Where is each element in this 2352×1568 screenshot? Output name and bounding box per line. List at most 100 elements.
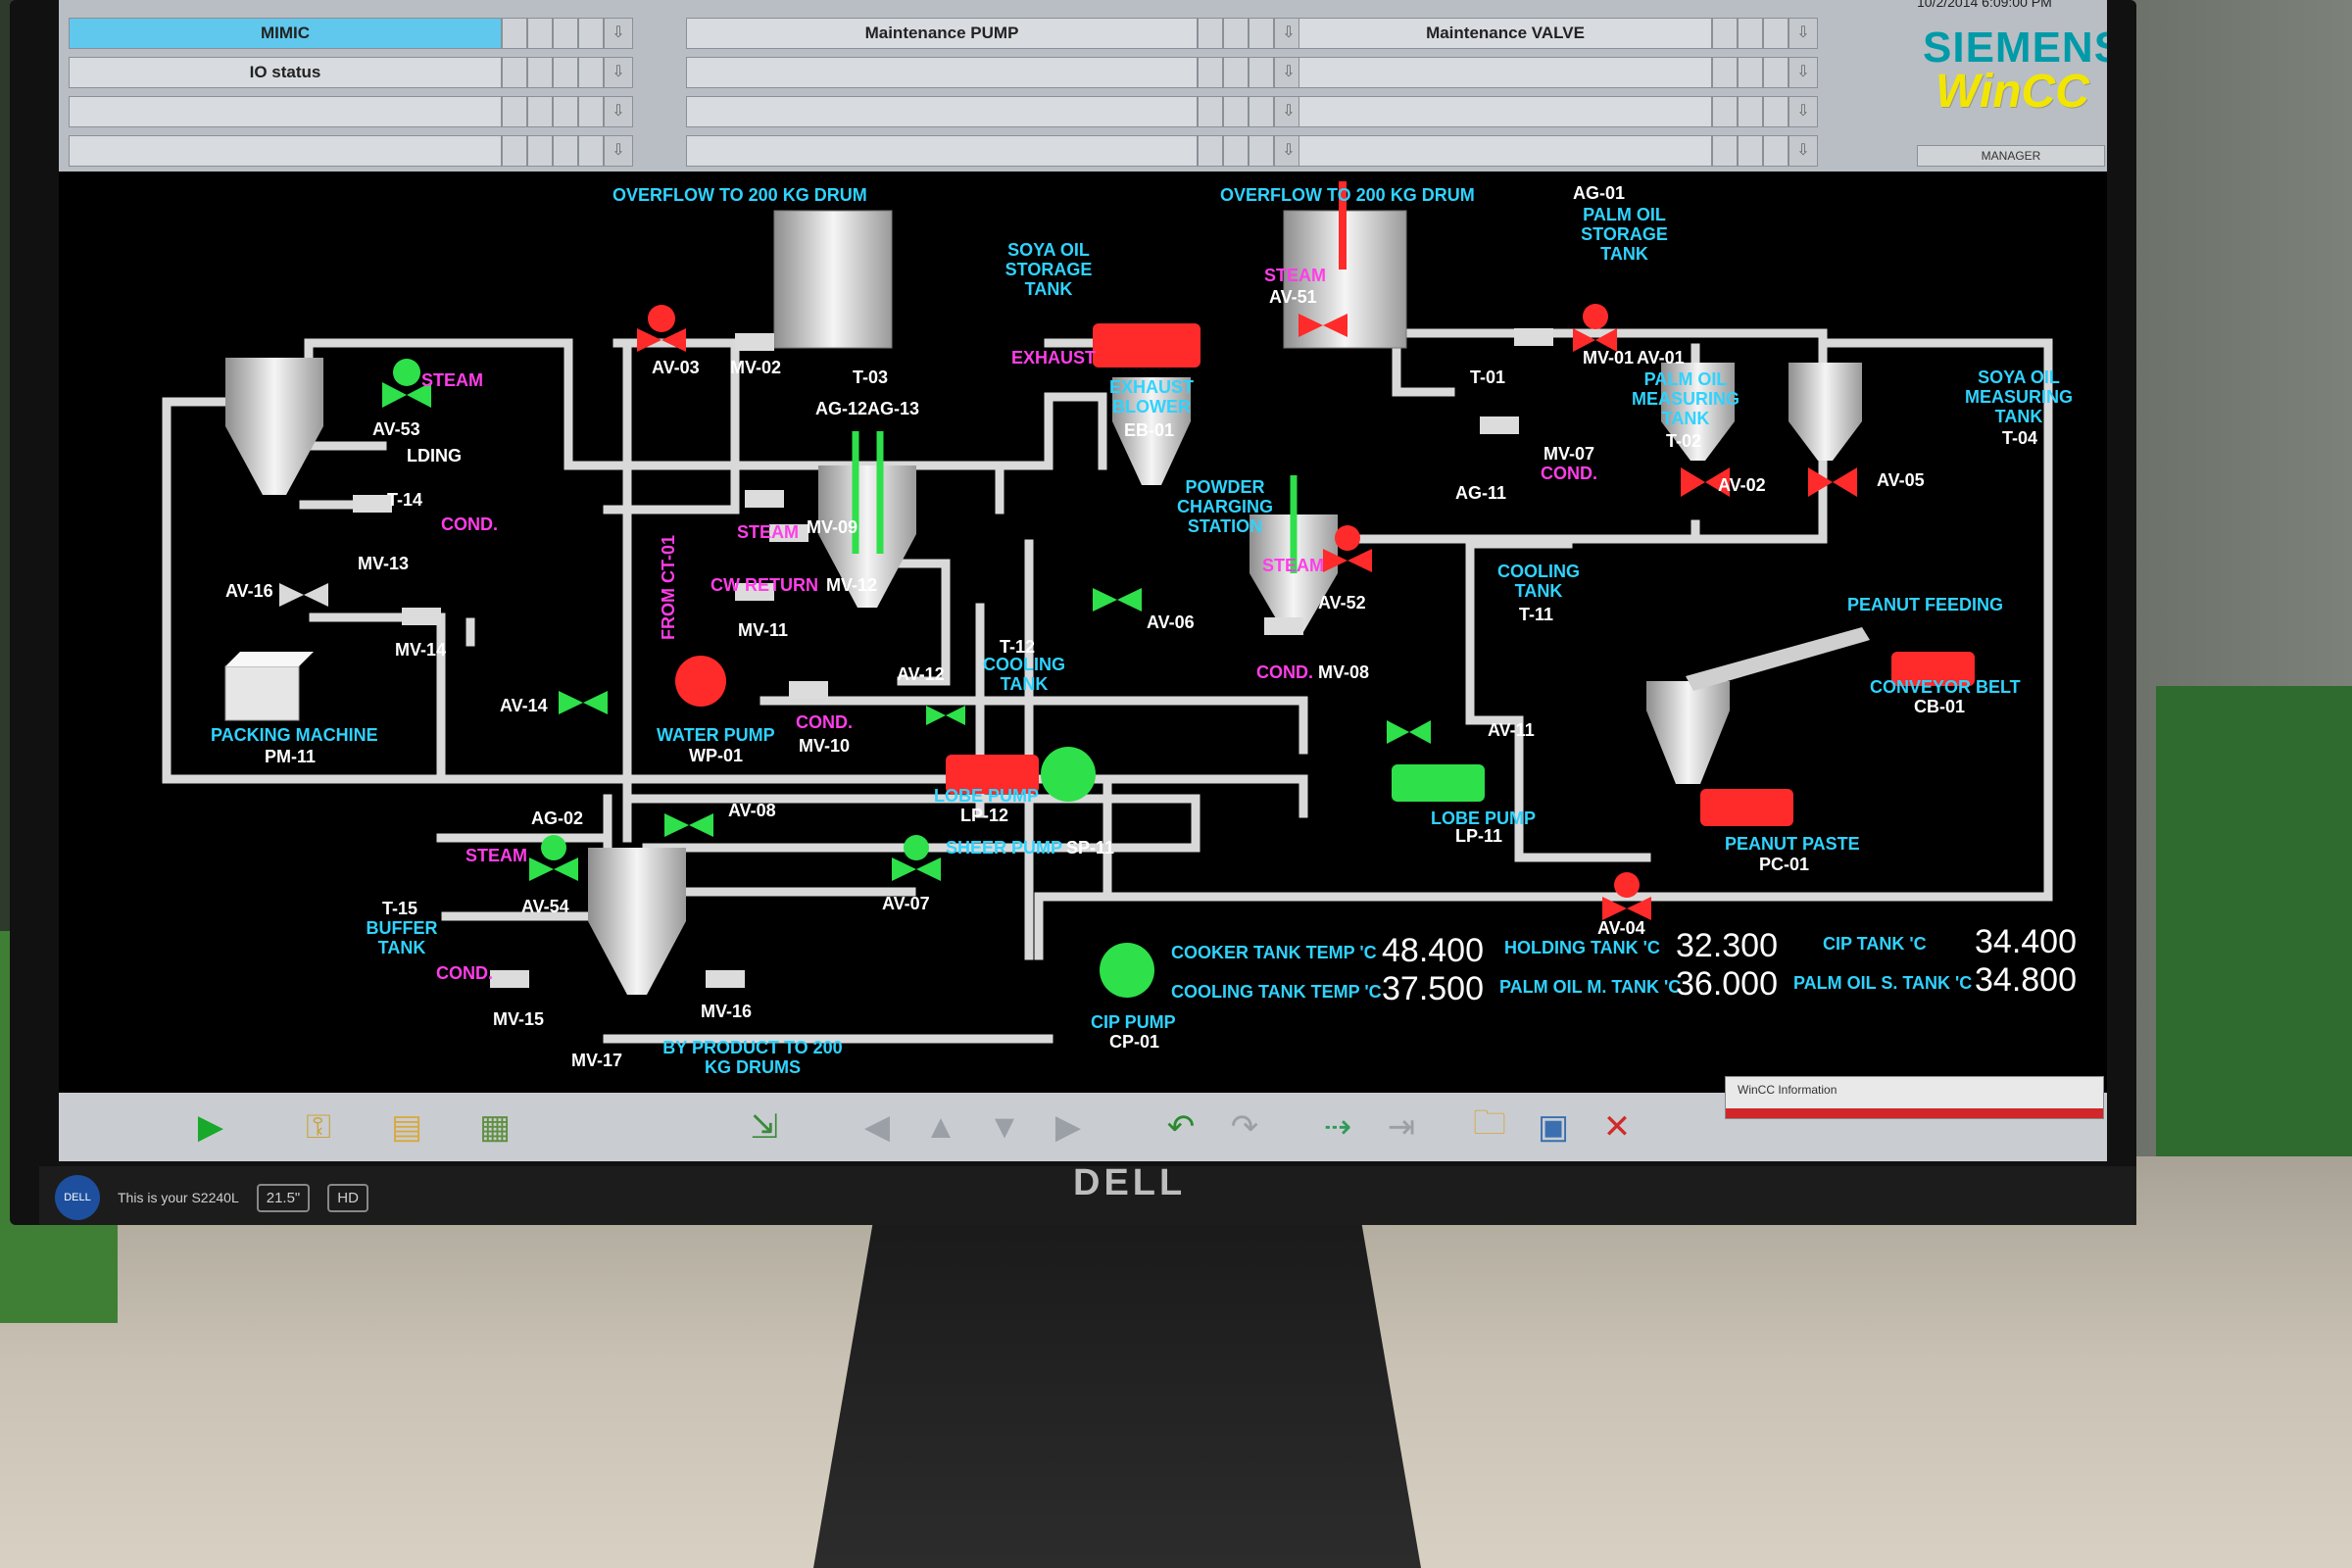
label-av53: AV-53 bbox=[372, 419, 420, 439]
nav-maintenance-valve[interactable]: Maintenance VALVE bbox=[1298, 18, 1712, 49]
screen: MIMIC ⇩ IO status ⇩ ⇩ ⇩ Maintenance PUMP… bbox=[59, 0, 2107, 1161]
tank-t03 bbox=[773, 210, 893, 349]
valve-av01 bbox=[1573, 304, 1617, 352]
process-mimic: OVERFLOW TO 200 KG DRUM SOYA OIL STORAGE… bbox=[59, 172, 2107, 1093]
label-buffer: BUFFER TANK bbox=[366, 918, 438, 957]
valve-av07 bbox=[892, 835, 941, 881]
nav-empty[interactable] bbox=[69, 135, 502, 167]
label-palm-tank: PALM OIL STORAGE TANK bbox=[1581, 205, 1668, 264]
tank-t14 bbox=[225, 358, 323, 495]
label-sheer: SHEER PUMP bbox=[946, 838, 1063, 858]
label-wp01: WP-01 bbox=[689, 746, 744, 765]
nav-maintenance-pump[interactable]: Maintenance PUMP bbox=[686, 18, 1198, 49]
label-cond-mv10: COND. bbox=[796, 712, 853, 732]
label-cond-mv08: COND. bbox=[1256, 662, 1313, 682]
label-av52: AV-52 bbox=[1318, 593, 1366, 612]
save-icon[interactable]: ▣ bbox=[1529, 1102, 1578, 1152]
label-av02: AV-02 bbox=[1718, 475, 1766, 495]
label-av03: AV-03 bbox=[652, 358, 700, 377]
dell-brand: DELL bbox=[1073, 1162, 1187, 1203]
palm-m-temp-label: PALM OIL M. TANK 'C bbox=[1499, 977, 1682, 997]
nav-dropdown-icon[interactable]: ⇩ bbox=[604, 57, 633, 88]
nav-dropdown-icon[interactable]: ⇩ bbox=[604, 96, 633, 127]
label-peanut-paste: PEANUT PASTE bbox=[1725, 834, 1860, 854]
label-sp11: SP-11 bbox=[1066, 838, 1115, 858]
play-icon[interactable]: ▶ bbox=[186, 1102, 235, 1152]
packing-box bbox=[224, 652, 314, 721]
label-ag13: AG-13 bbox=[867, 399, 920, 418]
arrow-left-icon[interactable]: ◀ bbox=[853, 1102, 902, 1152]
monitor-badges: DELL This is your S2240L 21.5" HD bbox=[55, 1172, 368, 1223]
label-soya-tank: SOYA OIL STORAGE TANK bbox=[1004, 240, 1093, 299]
valve-slot[interactable] bbox=[1298, 135, 1712, 167]
label-eb01: EB-01 bbox=[1124, 420, 1175, 440]
valve-av05 bbox=[1808, 467, 1857, 497]
label-steam-av53: STEAM bbox=[421, 370, 483, 390]
label-t14: T-14 bbox=[387, 490, 423, 510]
folder-icon[interactable]: ▤ bbox=[382, 1102, 431, 1152]
valve-slot[interactable] bbox=[1298, 96, 1712, 127]
label-blower: EXHAUST BLOWER bbox=[1108, 377, 1194, 416]
label-mv16: MV-16 bbox=[701, 1002, 753, 1021]
label-mv12: MV-12 bbox=[826, 575, 878, 595]
label-ag01: AG-01 bbox=[1573, 183, 1626, 203]
label-overflow-1: OVERFLOW TO 200 KG DRUM bbox=[612, 185, 867, 205]
exhaust-blower-icon bbox=[1093, 323, 1200, 368]
pump-slot[interactable] bbox=[686, 57, 1198, 88]
label-exhaust: EXHAUST bbox=[1011, 348, 1097, 368]
label-av54: AV-54 bbox=[521, 897, 569, 916]
open-icon[interactable]: 🗀 bbox=[1465, 1102, 1514, 1152]
import-icon[interactable]: ⇲ bbox=[740, 1102, 789, 1152]
export-icon[interactable]: ⇢ bbox=[1313, 1102, 1362, 1152]
cip-temp-value: 34.400 bbox=[1975, 923, 2077, 960]
label-lobe-lp12: LOBE PUMP bbox=[934, 786, 1040, 806]
nav-dropdown-icon[interactable]: ⇩ bbox=[604, 18, 633, 49]
peanut-paste-pump-icon bbox=[1700, 789, 1793, 826]
valve-dropdown-icon[interactable]: ⇩ bbox=[1788, 18, 1818, 49]
arrow-up-icon[interactable]: ▲ bbox=[916, 1102, 965, 1152]
tank-t04 bbox=[1788, 363, 1862, 461]
arrow-right-icon[interactable]: ▶ bbox=[1044, 1102, 1093, 1152]
report-icon[interactable]: ▦ bbox=[470, 1102, 519, 1152]
label-t15: T-15 bbox=[382, 899, 418, 918]
delete-icon[interactable]: ✕ bbox=[1592, 1102, 1642, 1152]
pump-slot[interactable] bbox=[686, 96, 1198, 127]
label-t04: T-04 bbox=[2002, 428, 2038, 448]
palm-s-temp-label: PALM OIL S. TANK 'C bbox=[1793, 973, 1973, 993]
cooling-temp-label: COOLING TANK TEMP 'C bbox=[1171, 982, 1382, 1002]
label-av11: AV-11 bbox=[1488, 720, 1535, 740]
valve-dropdown-icon[interactable]: ⇩ bbox=[1788, 135, 1818, 167]
pump-slot[interactable] bbox=[686, 135, 1198, 167]
label-av04: AV-04 bbox=[1597, 918, 1645, 938]
label-av16: AV-16 bbox=[225, 581, 273, 601]
label-mv13: MV-13 bbox=[358, 554, 410, 573]
holding-temp-label: HOLDING TANK 'C bbox=[1504, 938, 1660, 957]
cooling-temp-value: 37.500 bbox=[1382, 970, 1484, 1007]
label-av06: AV-06 bbox=[1147, 612, 1195, 632]
wincc-logo: WinCC bbox=[1936, 66, 2089, 118]
undo-icon[interactable]: ↶ bbox=[1156, 1102, 1205, 1152]
valve-dropdown-icon[interactable]: ⇩ bbox=[1788, 96, 1818, 127]
redo-icon[interactable]: ↷ bbox=[1220, 1102, 1269, 1152]
header-bar: MIMIC ⇩ IO status ⇩ ⇩ ⇩ Maintenance PUMP… bbox=[59, 0, 2107, 172]
forward-icon[interactable]: ⇥ bbox=[1377, 1102, 1426, 1152]
label-t02: T-02 bbox=[1666, 431, 1702, 451]
nav-io-status[interactable]: IO status bbox=[69, 57, 502, 88]
nav-dropdown-icon[interactable]: ⇩ bbox=[604, 135, 633, 167]
palm-s-temp-value: 34.800 bbox=[1975, 961, 2077, 999]
nav-empty[interactable] bbox=[69, 96, 502, 127]
arrow-down-icon[interactable]: ▼ bbox=[980, 1102, 1029, 1152]
label-cip-pump: CIP PUMP bbox=[1091, 1012, 1176, 1032]
monitor-stand bbox=[813, 1215, 1421, 1568]
valve-slot[interactable] bbox=[1298, 57, 1712, 88]
dell-logo-icon: DELL bbox=[55, 1175, 100, 1220]
valve-av06 bbox=[1093, 588, 1142, 612]
label-av07: AV-07 bbox=[882, 894, 930, 913]
nav-mimic[interactable]: MIMIC bbox=[69, 18, 502, 49]
valve-av16 bbox=[279, 583, 328, 607]
label-lp12: LP-12 bbox=[960, 806, 1009, 825]
valve-dropdown-icon[interactable]: ⇩ bbox=[1788, 57, 1818, 88]
wincc-info-popup[interactable]: WinCC Information bbox=[1725, 1076, 2104, 1119]
key-icon[interactable]: ⚿ bbox=[294, 1102, 343, 1152]
label-holding: LDING bbox=[407, 446, 462, 466]
